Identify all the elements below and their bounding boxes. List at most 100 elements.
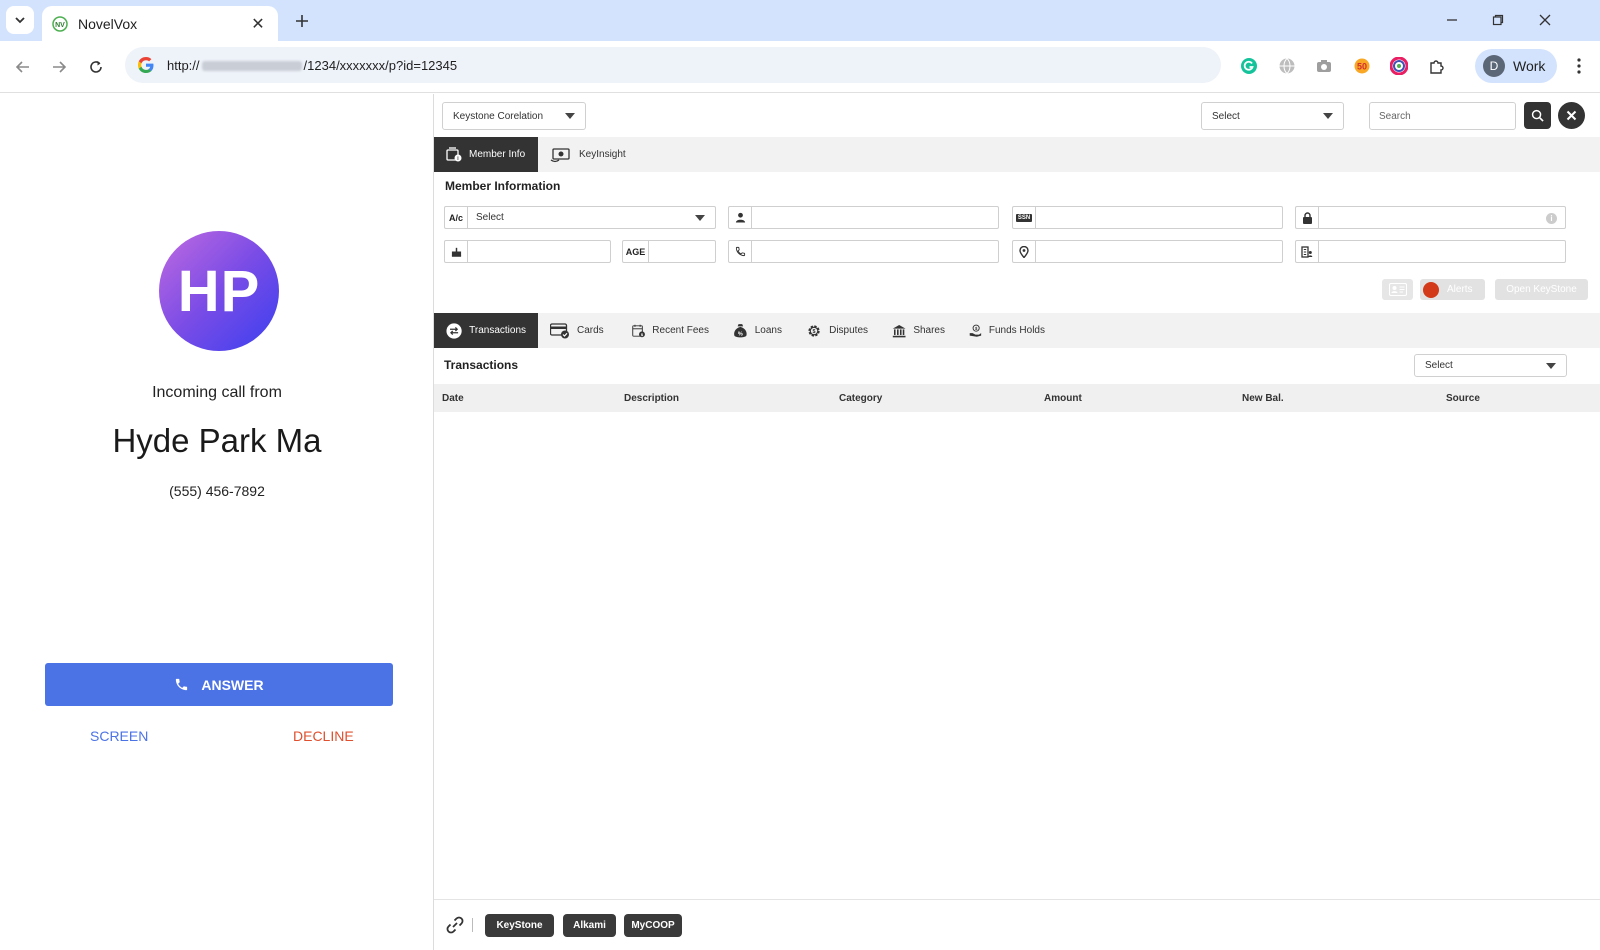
dob-field[interactable]	[444, 240, 611, 263]
alerts-label: Alerts	[1447, 284, 1473, 295]
column-header[interactable]: Description	[624, 393, 679, 404]
close-panel-button[interactable]	[1558, 102, 1585, 129]
password-field[interactable]: i	[1295, 206, 1566, 229]
id-card-icon	[1388, 283, 1407, 296]
id-card-button[interactable]	[1382, 279, 1413, 300]
search-icon	[1531, 109, 1544, 122]
back-button[interactable]	[9, 53, 37, 81]
reload-icon	[90, 61, 102, 73]
decline-call-link[interactable]: DECLINE	[293, 728, 354, 744]
member-tabs: i Member Info KeyInsight	[434, 137, 1600, 172]
address-bar[interactable]: http:///1234/xxxxxxx/p?id=12345	[125, 47, 1221, 83]
caret-down-icon	[1323, 113, 1333, 119]
forward-button[interactable]	[45, 53, 73, 81]
phone-value	[752, 241, 998, 262]
answer-button[interactable]: ANSWER	[45, 663, 393, 706]
svg-text:$: $	[975, 325, 978, 330]
keystone-link-button[interactable]: KeyStone	[485, 914, 554, 937]
money-bag-icon: %	[734, 323, 747, 337]
alerts-toggle[interactable]: Alerts	[1420, 279, 1485, 300]
close-tab-icon[interactable]: ✕	[248, 14, 268, 34]
mycoop-link-button[interactable]: MyCOOP	[624, 914, 682, 937]
search-button[interactable]	[1524, 102, 1551, 129]
search-input[interactable]	[1369, 102, 1516, 130]
novelvox-favicon-icon: NV	[52, 15, 68, 32]
new-tab-button[interactable]	[290, 9, 314, 33]
transactions-table-header: Date Description Category Amount New Bal…	[434, 384, 1600, 412]
alkami-link-button[interactable]: Alkami	[563, 914, 616, 937]
tab-loans[interactable]: % Loans	[721, 313, 794, 348]
employer-value	[1319, 241, 1565, 262]
arrow-right-icon	[53, 61, 67, 73]
search-type-select[interactable]: Select	[1201, 102, 1344, 130]
profile-label: Work	[1513, 58, 1546, 74]
tab-disputes[interactable]: $ Disputes	[794, 313, 880, 348]
column-header[interactable]: New Bal.	[1242, 393, 1284, 404]
tab-search-button[interactable]	[6, 6, 34, 34]
svg-text:%: %	[738, 331, 743, 337]
extensions-puzzle-icon[interactable]	[1426, 55, 1448, 77]
birthday-cake-icon	[445, 241, 468, 262]
close-window-button[interactable]	[1533, 8, 1557, 32]
tab-shares[interactable]: Shares	[880, 313, 957, 348]
tab-recent-fees[interactable]: $ Recent Fees	[620, 313, 721, 348]
plus-icon	[296, 15, 308, 27]
tab-transactions[interactable]: Transactions	[434, 313, 538, 348]
minimize-window-button[interactable]	[1440, 8, 1464, 32]
ssn-field[interactable]: SSN	[1012, 206, 1283, 229]
grammarly-extension-icon[interactable]	[1238, 55, 1260, 77]
restore-window-button[interactable]	[1486, 8, 1510, 32]
browser-tab[interactable]: NV NovelVox ✕	[42, 6, 278, 41]
screen-call-link[interactable]: SCREEN	[90, 728, 148, 744]
svg-text:50: 50	[1357, 62, 1367, 72]
link-icon[interactable]	[445, 915, 465, 935]
address-field[interactable]	[1012, 240, 1283, 263]
tab-cards[interactable]: Cards	[538, 313, 620, 348]
member-name-field[interactable]	[728, 206, 999, 229]
tab-funds-holds[interactable]: $ Funds Holds	[957, 313, 1057, 348]
camera-extension-icon[interactable]	[1313, 55, 1335, 77]
color-picker-extension-icon[interactable]	[1388, 55, 1410, 77]
column-header[interactable]: Category	[839, 393, 882, 404]
source-select-value: Keystone Corelation	[453, 110, 544, 122]
transactions-title: Transactions	[444, 358, 519, 372]
tab-title: NovelVox	[78, 15, 138, 32]
hand-coin-icon: $	[969, 324, 982, 337]
building-person-icon	[1296, 241, 1319, 262]
source-select[interactable]: Keystone Corelation	[442, 102, 586, 130]
google-icon	[138, 57, 154, 73]
tab-keyinsight-label: KeyInsight	[579, 149, 626, 160]
age-field[interactable]: AGE	[622, 240, 716, 263]
caret-down-icon	[565, 113, 575, 119]
answer-label: ANSWER	[201, 676, 264, 693]
globe-extension-icon[interactable]	[1276, 55, 1298, 77]
open-keystone-button[interactable]: Open KeyStone	[1495, 279, 1588, 300]
crm-panel: Keystone Corelation Select i Member Info…	[434, 94, 1600, 950]
age-label: AGE	[623, 241, 649, 262]
tab-member-info[interactable]: i Member Info	[434, 137, 538, 172]
phone-icon	[176, 678, 188, 691]
lock-icon	[1296, 207, 1319, 228]
transactions-filter-select[interactable]: Select	[1414, 354, 1567, 377]
member-information-title: Member Information	[445, 179, 561, 193]
arrow-left-icon	[15, 61, 29, 73]
caller-name: Hyde Park Ma	[112, 422, 322, 459]
browser-tabstrip: NV NovelVox ✕	[0, 0, 1600, 41]
account-select-field[interactable]: A/c Select	[444, 206, 716, 229]
column-header[interactable]: Date	[442, 393, 464, 404]
employer-field[interactable]	[1295, 240, 1566, 263]
minimize-icon	[1447, 19, 1457, 21]
info-icon[interactable]: i	[1546, 213, 1557, 224]
ssn-value	[1036, 207, 1282, 228]
dob-value	[468, 241, 610, 262]
colorful-extension-icon[interactable]: 50	[1351, 55, 1373, 77]
browser-menu-button[interactable]	[1568, 55, 1590, 77]
profile-button[interactable]: D Work	[1475, 49, 1557, 83]
svg-text:NV: NV	[55, 22, 65, 29]
reload-button[interactable]	[82, 53, 110, 81]
column-header[interactable]: Amount	[1044, 393, 1082, 404]
column-header[interactable]: Source	[1446, 393, 1480, 404]
phone-field[interactable]	[728, 240, 999, 263]
tab-keyinsight[interactable]: KeyInsight	[538, 137, 646, 172]
address-value	[1036, 241, 1282, 262]
